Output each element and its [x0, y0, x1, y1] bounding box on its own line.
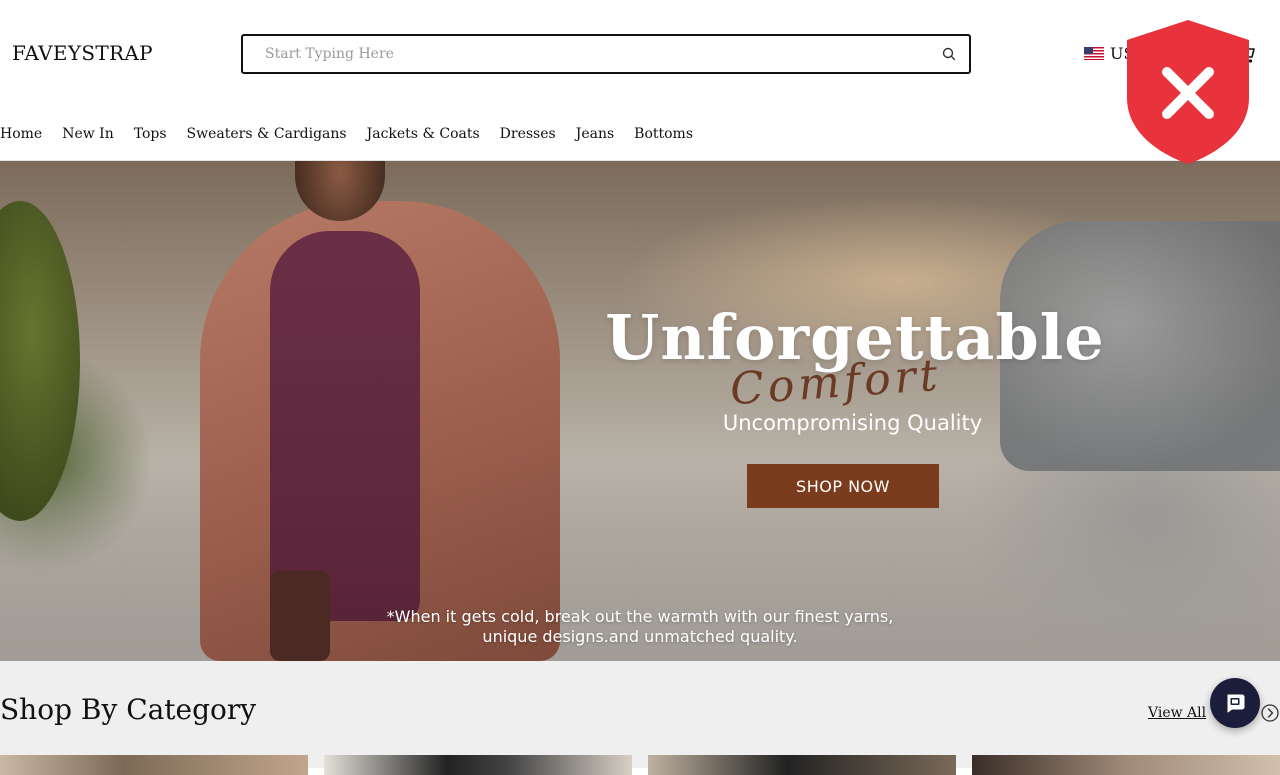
- main-navigation: Home New In Tops Sweaters & Cardigans Ja…: [0, 124, 713, 146]
- security-blocked-shield-icon[interactable]: [1125, 18, 1251, 166]
- view-all-link[interactable]: View All: [1148, 705, 1206, 721]
- search-bar: [241, 34, 971, 74]
- hero-model-sweater: [270, 231, 420, 621]
- shop-now-button[interactable]: SHOP NOW: [747, 464, 939, 508]
- category-tile[interactable]: [972, 755, 1280, 775]
- site-logo[interactable]: FAVEYSTRAP: [12, 41, 153, 65]
- nav-bottoms[interactable]: Bottoms: [634, 124, 693, 146]
- nav-new-in[interactable]: New In: [62, 124, 114, 146]
- category-tile[interactable]: [0, 755, 308, 775]
- nav-tops[interactable]: Tops: [134, 124, 167, 146]
- shop-by-category-section: Shop By Category View All: [0, 661, 1280, 775]
- search-icon[interactable]: [929, 36, 969, 72]
- us-flag-icon: [1084, 46, 1104, 60]
- category-tile[interactable]: [324, 755, 632, 775]
- hero-model-leg: [270, 571, 330, 661]
- chevron-right-circle-icon[interactable]: [1261, 704, 1279, 726]
- section-title: Shop By Category: [0, 693, 257, 726]
- chat-button[interactable]: [1210, 678, 1260, 728]
- nav-jackets-coats[interactable]: Jackets & Coats: [367, 124, 480, 146]
- category-tile[interactable]: [648, 755, 956, 775]
- hero-caption-line-1: *When it gets cold, break out the warmth…: [386, 607, 894, 626]
- nav-jeans[interactable]: Jeans: [576, 124, 614, 146]
- nav-home[interactable]: Home: [0, 124, 42, 146]
- site-header: FAVEYSTRAP US Home New In: [0, 0, 1280, 161]
- hero-caption-line-2: unique designs.and unmatched quality.: [482, 627, 798, 646]
- hero-banner[interactable]: Unforgettable Comfort Uncompromising Qua…: [0, 161, 1280, 661]
- hero-subtitle: Uncompromising Quality: [722, 411, 983, 435]
- chat-bubble-icon: [1227, 694, 1245, 713]
- search-input[interactable]: [243, 36, 929, 72]
- hero-caption: *When it gets cold, break out the warmth…: [370, 607, 910, 647]
- nav-dresses[interactable]: Dresses: [500, 124, 556, 146]
- nav-sweaters-cardigans[interactable]: Sweaters & Cardigans: [187, 124, 347, 146]
